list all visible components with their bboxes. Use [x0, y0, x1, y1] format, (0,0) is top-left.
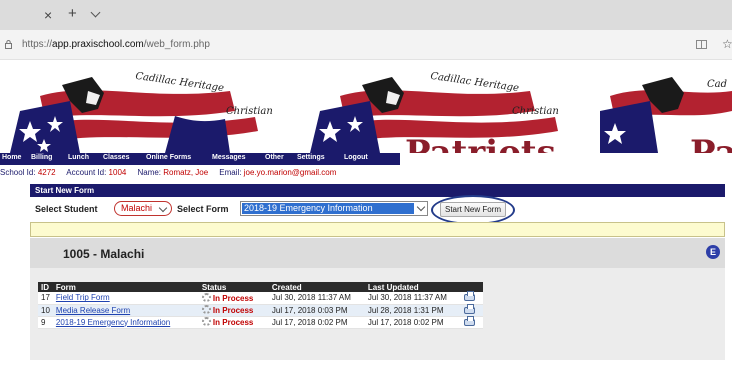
nav-other[interactable]: Other	[265, 154, 284, 161]
row-id: 17	[38, 292, 53, 305]
school-banner: Cadillac Heritage Christian Cadillac Her…	[0, 61, 732, 153]
column-header-last-updated: Last Updated	[364, 282, 461, 292]
student-panel-title: 1005 - Malachi	[63, 247, 145, 261]
updated-date: Jul 30, 2018 11:37 AM	[364, 292, 461, 305]
chevron-down-icon	[158, 203, 168, 213]
mascot-wordmark: Patriots	[690, 133, 732, 153]
nav-home[interactable]: Home	[2, 154, 21, 161]
form-select-value: 2018-19 Emergency Information	[242, 203, 414, 214]
mascot-wordmark: Patriots	[405, 133, 556, 153]
reading-view-icon[interactable]	[696, 40, 707, 49]
url-text[interactable]: https://app.praxischool.com/web_form.php	[22, 39, 210, 50]
school-name-line2: Christian	[226, 106, 273, 117]
column-header-id: ID	[38, 282, 53, 292]
message-bar	[30, 222, 725, 237]
school-name-line1: Cad	[707, 79, 728, 90]
form-link[interactable]: Field Trip Form	[56, 293, 110, 302]
school-name-line2: Christian	[512, 106, 559, 117]
gear-icon	[201, 317, 211, 326]
browser-tab-strip: × +	[0, 0, 732, 30]
banner-tile: Cadillac Heritage Christian	[0, 61, 300, 153]
name-label: Name:	[137, 168, 162, 177]
column-header-status: Status	[198, 282, 269, 292]
student-select-value: Malachi	[121, 203, 153, 213]
nav-classes[interactable]: Classes	[103, 154, 129, 161]
updated-date: Jul 17, 2018 0:02 PM	[364, 316, 461, 329]
row-id: 9	[38, 316, 53, 329]
favorite-star-icon[interactable]: ☆	[722, 37, 732, 51]
new-tab-icon[interactable]: +	[68, 6, 77, 21]
school-id-value: 4272	[37, 168, 56, 177]
chevron-down-icon	[416, 202, 426, 212]
student-panel-header: 1005 - Malachi E	[30, 238, 725, 268]
forms-table: ID Form Status Created Last Updated 17 F…	[38, 282, 483, 329]
start-form-header: Start New Form	[30, 184, 725, 197]
gear-icon	[201, 305, 211, 314]
status-text: In Process	[212, 293, 254, 303]
account-id-label: Account Id:	[66, 168, 107, 177]
table-row: 9 2018-19 Emergency Information In Proce…	[38, 315, 483, 329]
email-value: joe.yo.marion@gmail.com	[243, 168, 337, 177]
created-date: Jul 17, 2018 0:03 PM	[268, 304, 365, 317]
nav-messages[interactable]: Messages	[212, 154, 245, 161]
form-select[interactable]: 2018-19 Emergency Information	[240, 201, 428, 216]
student-select[interactable]: Malachi	[114, 201, 172, 216]
column-header-created: Created	[268, 282, 365, 292]
close-tab-icon[interactable]: ×	[44, 8, 52, 22]
created-date: Jul 30, 2018 11:37 AM	[268, 292, 365, 305]
status-text: In Process	[212, 306, 254, 315]
nav-billing[interactable]: Billing	[31, 154, 52, 161]
table-row: 10 Media Release Form In Process Jul 17,…	[38, 303, 483, 317]
gear-icon	[201, 292, 211, 302]
e-icon[interactable]: E	[706, 245, 720, 259]
nav-logout[interactable]: Logout	[344, 154, 368, 161]
account-info-line: School Id: 4272 Account Id: 1004 Name: R…	[0, 168, 336, 177]
start-form-row: Select Student Malachi Select Form 2018-…	[30, 195, 725, 225]
name-value: Romatz, Joe	[163, 168, 209, 177]
table-row: 17 Field Trip Form In Process Jul 30, 20…	[38, 291, 483, 305]
lock-icon	[5, 40, 12, 49]
printer-icon[interactable]	[463, 303, 475, 314]
address-bar[interactable]: https://app.praxischool.com/web_form.php…	[0, 30, 732, 60]
form-link[interactable]: 2018-19 Emergency Information	[56, 318, 170, 327]
select-form-label: Select Form	[177, 204, 229, 214]
email-label: Email:	[219, 168, 242, 177]
form-link[interactable]: Media Release Form	[56, 306, 130, 315]
table-header-row: ID Form Status Created Last Updated	[38, 282, 483, 292]
school-id-label: School Id:	[0, 168, 36, 177]
select-student-label: Select Student	[35, 204, 98, 214]
main-nav: Home Billing Lunch Classes Online Forms …	[0, 153, 400, 165]
account-id-value: 1004	[108, 168, 127, 177]
start-new-form-button[interactable]: Start New Form	[440, 202, 506, 217]
printer-icon[interactable]	[463, 315, 475, 326]
nav-settings[interactable]: Settings	[297, 154, 325, 161]
status-text: In Process	[212, 318, 254, 327]
nav-lunch[interactable]: Lunch	[68, 154, 89, 161]
created-date: Jul 17, 2018 0:02 PM	[268, 316, 365, 329]
nav-online-forms[interactable]: Online Forms	[146, 154, 191, 161]
row-id: 10	[38, 304, 53, 317]
column-header-form: Form	[52, 282, 199, 292]
updated-date: Jul 28, 2018 1:31 PM	[364, 304, 461, 317]
printer-icon[interactable]	[463, 291, 475, 302]
